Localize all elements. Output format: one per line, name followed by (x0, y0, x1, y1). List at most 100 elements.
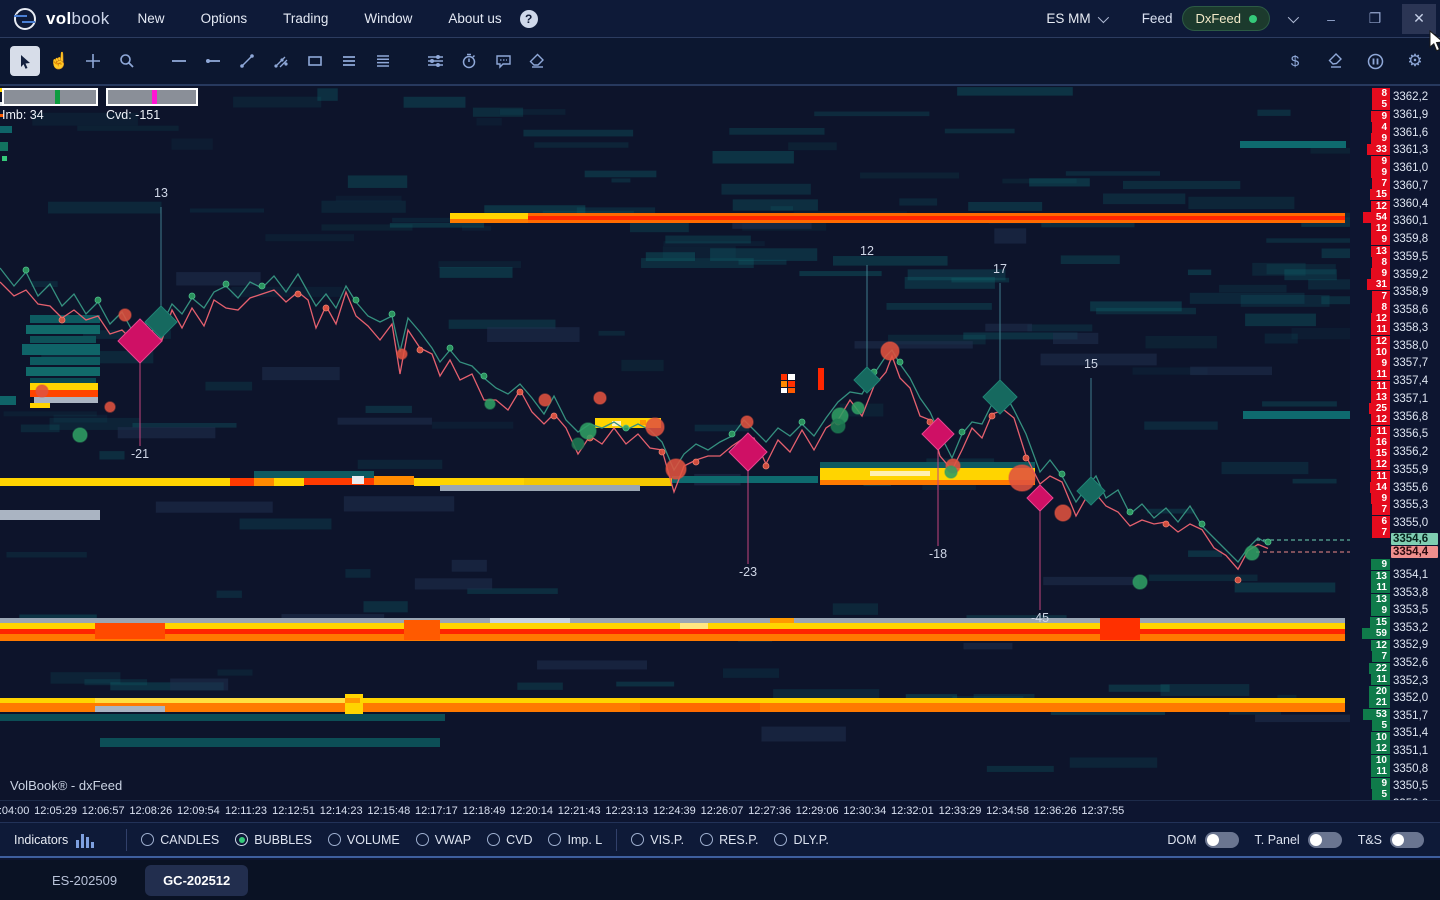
price-label: 3359,2 (1393, 269, 1428, 281)
trade-dot (1235, 577, 1241, 583)
radio-volume[interactable]: VOLUME (328, 833, 400, 847)
time-label: 12:20:14 (510, 805, 553, 817)
volume-band (254, 478, 274, 486)
radio-cvd[interactable]: CVD (487, 833, 532, 847)
heatmap-cell (99, 451, 124, 459)
heatmap-cell (345, 569, 370, 578)
radio-res-p-[interactable]: RES.P. (700, 833, 758, 847)
help-icon[interactable]: ? (520, 10, 538, 28)
instrument-selector[interactable]: ES MM (1038, 7, 1113, 30)
volume-band (95, 623, 165, 639)
menu-item-about-us[interactable]: About us (434, 5, 515, 32)
close-button[interactable]: ✕ (1402, 4, 1436, 34)
toggle-switch[interactable] (1308, 832, 1342, 848)
eraser-tool-button[interactable] (522, 46, 552, 76)
hand-tool-button[interactable]: ☝ (44, 46, 74, 76)
heatmap-cell (132, 423, 236, 428)
indicators-button[interactable]: Indicators (0, 832, 112, 848)
crosshair-tool-button[interactable] (78, 46, 108, 76)
price-label: 3357,1 (1393, 393, 1428, 405)
feed-chevron-down-icon[interactable] (1288, 11, 1299, 22)
trade-dot (1199, 521, 1205, 527)
comment-icon-button[interactable] (488, 46, 518, 76)
radio-dot (328, 833, 341, 846)
sell-imbalance-diamond[interactable] (729, 433, 767, 471)
pause-button[interactable] (1360, 46, 1390, 76)
radio-vwap[interactable]: VWAP (416, 833, 471, 847)
tab-es-202509[interactable]: ES-202509 (34, 865, 135, 896)
sell-imbalance-diamond[interactable] (1027, 485, 1053, 511)
volume-band (0, 142, 8, 151)
feed-status-dot (1249, 15, 1257, 23)
radio-label: CVD (506, 833, 532, 847)
volume-bubble (1055, 505, 1071, 521)
toggle-label: T. Panel (1255, 833, 1300, 847)
rectangle-tool-button[interactable] (300, 46, 330, 76)
radio-candles[interactable]: CANDLES (141, 833, 219, 847)
menu-item-options[interactable]: Options (187, 5, 262, 32)
radio-vis-p-[interactable]: VIS.P. (631, 833, 684, 847)
depth-count: 10 (1371, 755, 1390, 766)
radio-label: CANDLES (160, 833, 219, 847)
tab-gc-202512[interactable]: GC-202512 (145, 865, 248, 896)
toggle-switch[interactable] (1205, 832, 1239, 848)
radio-dly-p-[interactable]: DLY.P. (774, 833, 828, 847)
lines-3-tool-button[interactable] (334, 46, 364, 76)
volume-band (414, 478, 524, 486)
feed-selector[interactable]: DxFeed (1182, 6, 1270, 31)
radio-imp-l[interactable]: Imp. L (548, 833, 602, 847)
volume-band (22, 344, 100, 355)
timer-icon-button[interactable] (454, 46, 484, 76)
price-label: 3356,8 (1393, 411, 1428, 423)
heatmap-cell (432, 422, 513, 429)
price-axis[interactable]: 8594933997151254129138931781211121091111… (1350, 86, 1440, 800)
dollar-scale-button[interactable]: $ (1280, 46, 1310, 76)
buy-imbalance-diamond[interactable] (983, 380, 1017, 414)
zoom-tool-button[interactable] (112, 46, 142, 76)
menu-item-window[interactable]: Window (350, 5, 426, 32)
signal-label: -21 (131, 447, 149, 461)
title-bar-right: ES MM Feed DxFeed – ❐ ✕ (1038, 4, 1440, 34)
restore-button[interactable]: ❐ (1358, 4, 1392, 34)
heatmap-cell (523, 130, 633, 137)
heatmap-cell-dim (963, 643, 1012, 649)
lines-4-tool-button[interactable] (368, 46, 398, 76)
minimize-button[interactable]: – (1314, 4, 1348, 34)
depth-count: 10 (1371, 347, 1390, 358)
gear-icon-button[interactable]: ⚙ (1400, 46, 1430, 76)
price-label: 3361,6 (1393, 127, 1428, 139)
volume-bubble (741, 416, 753, 428)
time-axis[interactable]: 12:04:0012:05:2912:06:5712:08:2612:09:54… (0, 800, 1440, 822)
trade-dot (989, 413, 995, 419)
clear-drawings-button[interactable] (1320, 46, 1350, 76)
indicators-label: Indicators (14, 833, 68, 847)
time-label: 12:14:23 (320, 805, 363, 817)
volume-band (274, 478, 304, 486)
parallel-channel-tool-button[interactable] (266, 46, 296, 76)
trade-dot (389, 311, 395, 317)
price-label: 3351,4 (1393, 727, 1428, 739)
imbalance-gauge: Imb: 34 (2, 88, 98, 122)
radio-bubbles[interactable]: BUBBLES (235, 833, 312, 847)
heatmap-cell (630, 222, 689, 232)
horizontal-ray-tool-button[interactable] (198, 46, 228, 76)
depth-count: 13 (1371, 246, 1390, 257)
radio-label: DLY.P. (793, 833, 828, 847)
signal-label: -23 (739, 565, 757, 579)
depth-count: 13 (1371, 392, 1390, 403)
chart-canvas[interactable]: -2113-2312-1817-4515 VolBook® - dxFeed (0, 86, 1378, 800)
menu-item-trading[interactable]: Trading (269, 5, 342, 32)
heatmap-cell (1145, 336, 1216, 349)
depth-count: 20 (1369, 686, 1390, 697)
settings-sliders-button[interactable] (420, 46, 450, 76)
heatmap-cell (663, 241, 764, 246)
trend-line-tool-button[interactable] (232, 46, 262, 76)
cursor-tool-button[interactable] (10, 46, 40, 76)
heatmap-cell (6, 552, 86, 558)
heatmap-cell (922, 485, 976, 490)
buy-imbalance-diamond[interactable] (1077, 477, 1105, 505)
radio-label: VIS.P. (650, 833, 684, 847)
menu-item-new[interactable]: New (124, 5, 179, 32)
horizontal-line-tool-button[interactable] (164, 46, 194, 76)
toggle-switch[interactable] (1390, 832, 1424, 848)
